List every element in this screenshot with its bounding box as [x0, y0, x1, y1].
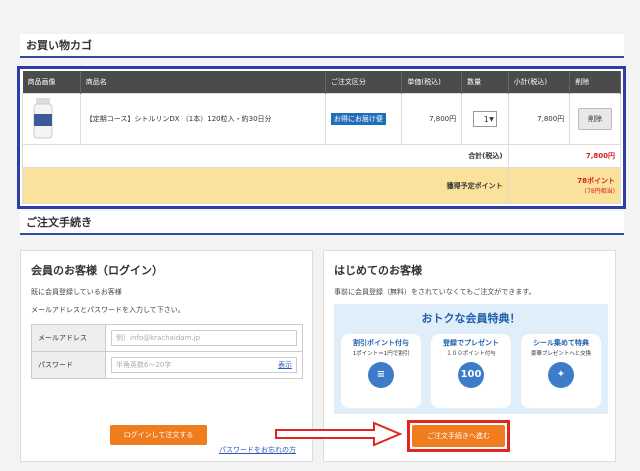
benefit-card-stickers: シール集めて特典 豪華プレゼントへと交換 ✦ — [521, 334, 601, 408]
unit-price: 7,800円 — [401, 93, 463, 145]
quantity-value: 1 — [483, 115, 489, 124]
delete-button[interactable]: 削除 — [578, 108, 613, 130]
col-qty: 数量 — [461, 71, 509, 94]
col-delete: 削除 — [569, 71, 621, 94]
item-subtotal: 7,800円 — [507, 93, 571, 145]
password-placeholder: 半角英数6～20字 — [116, 361, 172, 369]
password-label: パスワード — [31, 351, 106, 379]
col-price: 単価(税込) — [401, 71, 463, 94]
col-subtotal: 小計(税込) — [508, 71, 571, 94]
login-form: メールアドレス 例）info@krachaidam.jp パスワード 半角英数6… — [31, 324, 303, 379]
total-label: 合計(税込) — [22, 144, 509, 168]
procedure-section-header: ご注文手続き — [20, 211, 624, 235]
col-type: ご注文区分 — [325, 71, 403, 94]
product-name[interactable]: 【定期コース】シトルリンDX （1本）120粒入・約30日分 — [79, 93, 326, 145]
guest-desc: 事前に会員登録（無料）をされていなくてもご注文ができます。 — [334, 288, 536, 296]
email-field[interactable]: 例）info@krachaidam.jp — [111, 330, 297, 346]
benefit-card-present: 登録でプレゼント １００ポイント付与 100 — [431, 334, 511, 408]
benefits-title: おトクな会員特典！ — [421, 312, 521, 325]
benefit-card-sub: 1ポイント＝1円で割引 — [352, 351, 410, 357]
cart-item-row: 【定期コース】シトルリンDX （1本）120粒入・約30日分 お得にお届け便 7… — [22, 93, 621, 145]
procedure-title: ご注文手続き — [26, 216, 92, 229]
product-image-cell — [22, 93, 81, 145]
member-login-panel: 会員のお客様（ログイン） 既に会員登録しているお客様 メールアドレスとパスワード… — [20, 250, 313, 462]
points-label: 獲得予定ポイント — [22, 167, 509, 204]
benefit-card-title: 登録でプレゼント — [443, 339, 499, 347]
benefit-card-title: 割引ポイント付与 — [353, 339, 409, 347]
coin-stack-icon: ≡ — [368, 362, 394, 388]
cart-section-header: お買い物カゴ — [20, 34, 624, 58]
password-field[interactable]: 半角英数6～20字 表示 — [111, 357, 297, 373]
cart-table-wrapper: 商品画像 商品名 ご注文区分 単価(税込) 数量 小計(税込) 削除 【定期コー… — [17, 66, 626, 209]
email-label: メールアドレス — [31, 324, 106, 352]
order-type-badge: お得にお届け便 — [330, 113, 386, 125]
points-row: 獲得予定ポイント 78ポイント (78円相当) — [22, 167, 622, 204]
chevron-down-icon: ▼ — [489, 116, 494, 123]
cart-title: お買い物カゴ — [26, 39, 92, 52]
total-value: 7,800円 — [507, 144, 622, 168]
col-name: 商品名 — [80, 71, 326, 94]
benefit-card-sub: 豪華プレゼントへと交換 — [530, 351, 592, 357]
guest-title: はじめてのお客様 — [334, 264, 422, 277]
login-order-button[interactable]: ログインして注文する — [110, 425, 207, 445]
member-benefits-banner: おトクな会員特典！ 割引ポイント付与 1ポイント＝1円で割引 ≡ 登録でプレゼン… — [334, 304, 608, 414]
login-title: 会員のお客様（ログイン） — [31, 264, 163, 277]
benefit-card-title: シール集めて特典 — [533, 339, 589, 347]
arrow-right-icon — [275, 421, 403, 447]
login-desc-registered: 既に会員登録しているお客様 — [31, 288, 122, 296]
login-desc-instructions: メールアドレスとパスワードを入力して下さい。 — [31, 306, 185, 314]
points-equivalent: (78円相当) — [584, 188, 615, 195]
product-bottle-image[interactable] — [28, 96, 58, 140]
total-row: 合計(税込) 7,800円 — [22, 144, 622, 168]
show-password-link[interactable]: 表示 — [278, 358, 292, 372]
cart-header-row: 商品画像 商品名 ご注文区分 単価(税込) 数量 小計(税込) 削除 — [22, 71, 621, 94]
hundred-coin-icon: 100 — [458, 362, 484, 388]
benefit-card-sub: １００ポイント付与 — [446, 351, 496, 357]
gift-box-icon: ✦ — [548, 362, 574, 388]
benefit-card-points: 割引ポイント付与 1ポイント＝1円で割引 ≡ — [341, 334, 421, 408]
points-value: 78ポイント — [577, 177, 615, 185]
quantity-select[interactable]: 1 ▼ — [472, 111, 497, 127]
proceed-checkout-button[interactable]: ご注文手続きへ進む — [412, 425, 505, 447]
cart-table: 商品画像 商品名 ご注文区分 単価(税込) 数量 小計(税込) 削除 【定期コー… — [22, 71, 622, 204]
col-image: 商品画像 — [22, 71, 81, 94]
